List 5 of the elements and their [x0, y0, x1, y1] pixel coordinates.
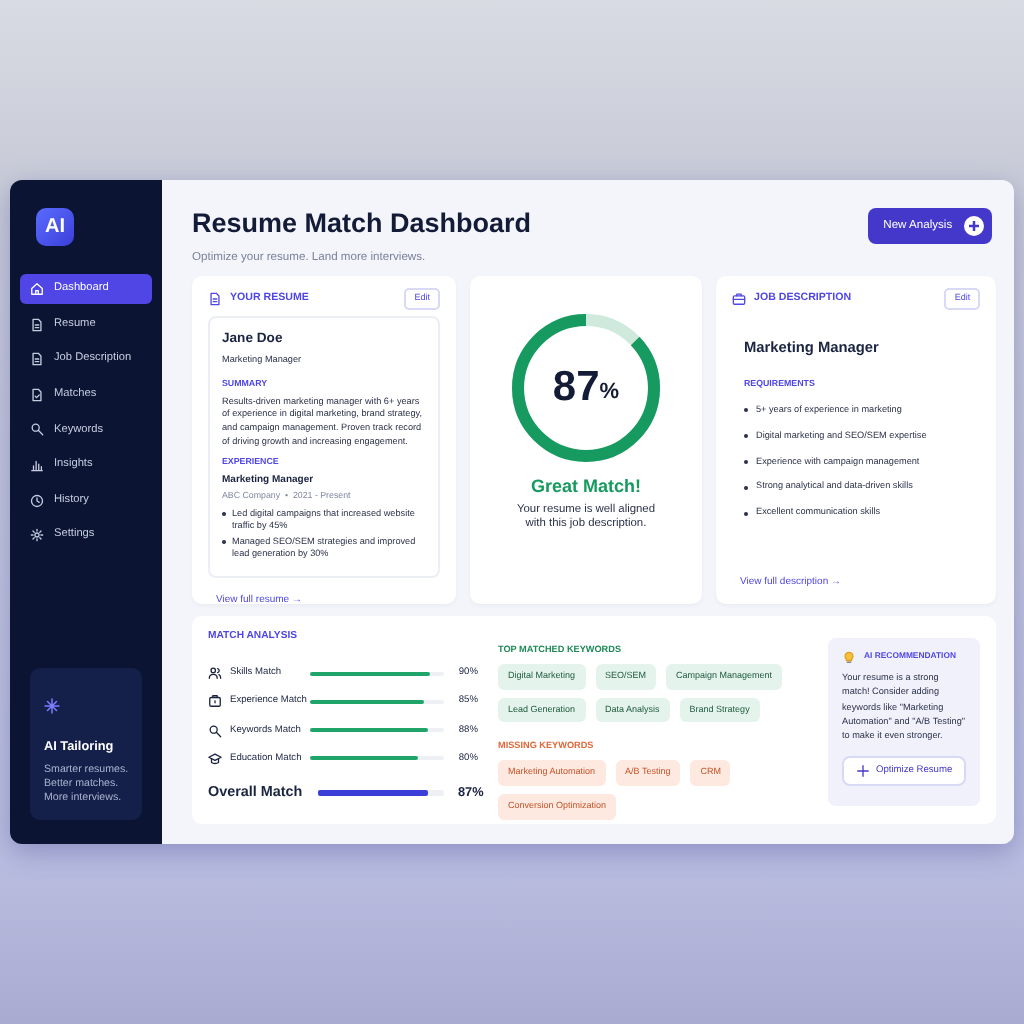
logo: AI [36, 208, 74, 246]
match-verdict: Great Match! [528, 474, 643, 500]
score-value: 87 [552, 362, 600, 415]
score-unit: % [599, 378, 620, 409]
page-title: Resume Match Dashboard [192, 206, 532, 242]
